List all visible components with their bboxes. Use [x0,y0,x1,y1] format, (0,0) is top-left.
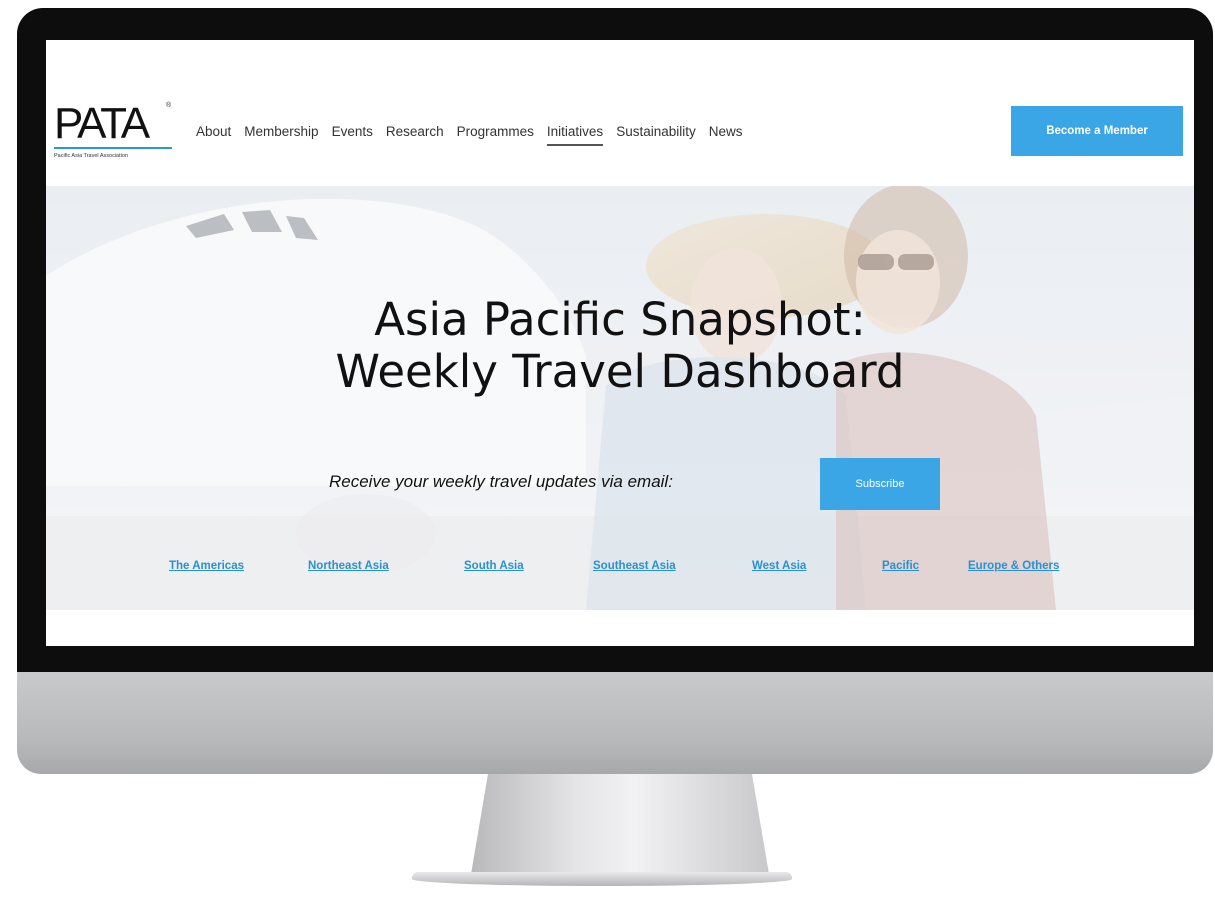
nav-item-about[interactable]: About [196,124,231,146]
region-link-europe-others[interactable]: Europe & Others [968,560,1059,572]
region-link-southeast-asia[interactable]: Southeast Asia [593,560,676,572]
nav-item-membership[interactable]: Membership [244,124,318,146]
region-link-west-asia[interactable]: West Asia [752,560,806,572]
pata-logo[interactable]: PATA ® Pacific Asia Travel Association [54,102,176,164]
site-header: PATA ® Pacific Asia Travel Association A… [46,40,1194,186]
region-links: The Americas Northeast Asia South Asia S… [46,560,1194,580]
hero-title: Asia Pacific Snapshot: Weekly Travel Das… [46,294,1194,398]
monitor-screen: PATA ® Pacific Asia Travel Association A… [46,40,1194,646]
become-member-button[interactable]: Become a Member [1011,106,1183,156]
logo-wordmark: PATA [54,99,150,148]
hero-background-image [46,186,1194,610]
region-link-northeast-asia[interactable]: Northeast Asia [308,560,389,572]
region-link-pacific[interactable]: Pacific [882,560,919,572]
logo-registered-mark: ® [166,102,172,109]
nav-item-sustainability[interactable]: Sustainability [616,124,696,146]
nav-item-programmes[interactable]: Programmes [457,124,534,146]
logo-underline [54,147,172,149]
nav-item-events[interactable]: Events [332,124,373,146]
nav-item-initiatives[interactable]: Initiatives [546,124,604,146]
logo-tagline: Pacific Asia Travel Association [54,153,128,159]
monitor-stand [470,774,770,880]
hero-title-line-2: Weekly Travel Dashboard [335,345,905,398]
nav-item-news[interactable]: News [709,124,743,146]
hero-section: Asia Pacific Snapshot: Weekly Travel Das… [46,186,1194,610]
hero-title-line-1: Asia Pacific Snapshot: [374,293,866,346]
nav-item-research[interactable]: Research [386,124,444,146]
monitor-stand-base [412,872,792,886]
main-nav: About Membership Events Research Program… [196,124,756,146]
subscribe-prompt: Receive your weekly travel updates via e… [329,472,673,491]
monitor-chin [17,672,1213,774]
region-link-south-asia[interactable]: South Asia [464,560,524,572]
subscribe-button[interactable]: Subscribe [820,458,940,510]
region-link-the-americas[interactable]: The Americas [169,560,244,572]
